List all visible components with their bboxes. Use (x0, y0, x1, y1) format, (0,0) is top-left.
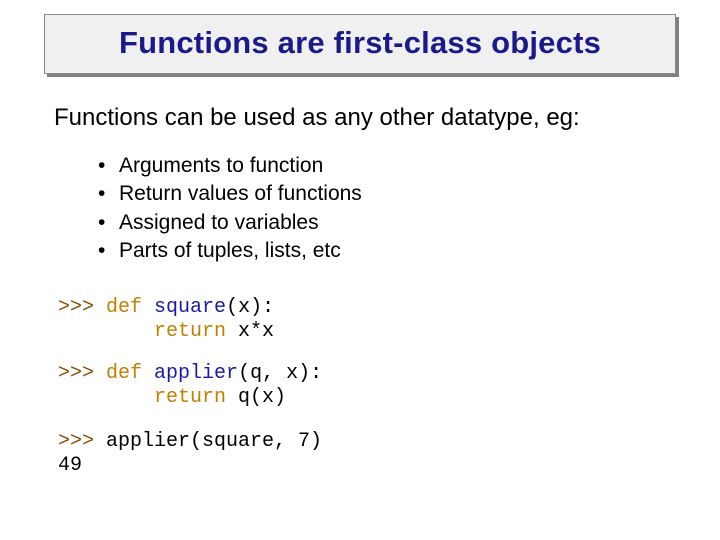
code-text: ( (238, 362, 250, 385)
repl-prompt: >>> (58, 430, 106, 453)
bullet-text: Assigned to variables (119, 211, 319, 234)
code-text (142, 296, 154, 319)
bullet-icon: • (98, 180, 119, 208)
code-text: ): (298, 362, 322, 385)
keyword-return: return (154, 386, 226, 409)
keyword-def: def (106, 296, 142, 319)
slide-title: Functions are first-class objects (51, 25, 669, 61)
code-expr: q(x) (226, 386, 286, 409)
code-args: q, x (250, 362, 298, 385)
function-name: square (154, 296, 226, 319)
bullet-text: Return values of functions (119, 182, 362, 205)
code-args: x (238, 296, 250, 319)
bullet-icon: • (98, 209, 119, 237)
code-text: ( (226, 296, 238, 319)
code-indent (58, 386, 154, 409)
function-name: applier (154, 362, 238, 385)
bullet-icon: • (98, 237, 119, 265)
repl-prompt: >>> (58, 362, 106, 385)
code-block-applier: >>> def applier(q, x): return q(x) (58, 362, 322, 411)
code-text: ): (250, 296, 274, 319)
list-item: •Arguments to function (98, 152, 362, 180)
slide-subheading: Functions can be used as any other datat… (54, 104, 580, 132)
slide: { "title": "Functions are first-class ob… (0, 0, 720, 540)
code-expr: x*x (226, 320, 274, 343)
bullet-list: •Arguments to function •Return values of… (98, 152, 362, 265)
bullet-text: Arguments to function (119, 154, 323, 177)
bullet-icon: • (98, 152, 119, 180)
list-item: •Return values of functions (98, 180, 362, 208)
repl-prompt: >>> (58, 296, 106, 319)
code-block-call: >>> applier(square, 7) 49 (58, 430, 322, 479)
list-item: •Assigned to variables (98, 209, 362, 237)
slide-title-box: Functions are first-class objects (44, 14, 676, 74)
keyword-return: return (154, 320, 226, 343)
code-call: applier(square, 7) (106, 430, 322, 453)
keyword-def: def (106, 362, 142, 385)
code-text (142, 362, 154, 385)
bullet-text: Parts of tuples, lists, etc (119, 239, 341, 262)
code-indent (58, 320, 154, 343)
list-item: •Parts of tuples, lists, etc (98, 237, 362, 265)
code-result: 49 (58, 454, 82, 477)
code-block-square: >>> def square(x): return x*x (58, 296, 274, 345)
